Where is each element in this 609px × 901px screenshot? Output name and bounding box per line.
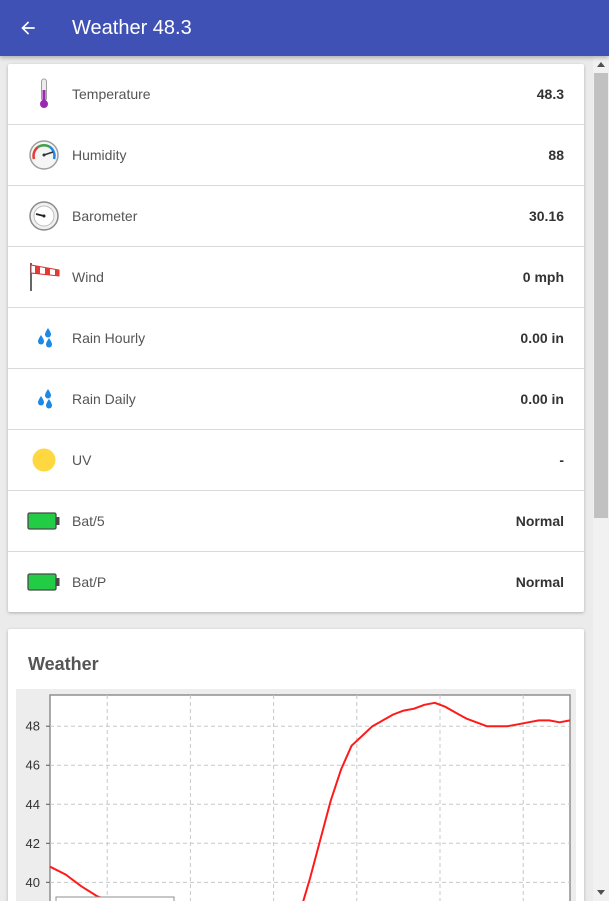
app-bar: Weather 48.3 xyxy=(0,0,609,56)
barometer-icon xyxy=(26,200,62,232)
rain-drops-icon xyxy=(26,322,62,354)
vertical-scrollbar[interactable] xyxy=(593,56,609,901)
battery-icon xyxy=(26,566,62,598)
sensor-list-card: Temperature 48.3 Humidity 88 Barometer 3… xyxy=(8,64,584,612)
item-label: Wind xyxy=(72,269,104,285)
scroll-up-arrow-icon[interactable] xyxy=(593,56,609,72)
battery-icon xyxy=(26,505,62,537)
item-value: 88 xyxy=(548,147,564,163)
item-label: Barometer xyxy=(72,208,138,224)
item-label: Rain Daily xyxy=(72,391,136,407)
arrow-back-icon xyxy=(21,21,35,35)
item-value: Normal xyxy=(515,574,564,590)
list-item-temperature[interactable]: Temperature 48.3 xyxy=(8,64,584,125)
list-item-uv[interactable]: UV - xyxy=(8,430,584,491)
list-item-wind[interactable]: Wind 0 mph xyxy=(8,247,584,308)
y-tick-label: 46 xyxy=(26,758,40,773)
item-value: 30.16 xyxy=(528,208,564,224)
y-tick-label: 40 xyxy=(26,875,40,890)
y-tick-label: 42 xyxy=(26,836,40,851)
item-value: - xyxy=(559,452,564,468)
humidity-gauge-icon xyxy=(26,139,62,171)
windsock-icon xyxy=(26,261,62,293)
item-value: 0.00 in xyxy=(520,391,564,407)
list-item-bat-5[interactable]: Bat/5 Normal xyxy=(8,491,584,552)
back-button[interactable] xyxy=(14,14,42,42)
thermometer-icon xyxy=(26,78,62,110)
chart-legend-box xyxy=(55,896,175,901)
item-label: UV xyxy=(72,452,92,468)
sun-icon xyxy=(26,444,62,476)
item-label: Temperature xyxy=(72,86,151,102)
rain-drops-icon xyxy=(26,383,62,415)
scroll-down-arrow-icon[interactable] xyxy=(593,885,609,901)
list-item-rain-daily[interactable]: Rain Daily 0.00 in xyxy=(8,369,584,430)
item-label: Rain Hourly xyxy=(72,330,146,346)
y-tick-label: 48 xyxy=(26,719,40,734)
weather-chart-card: Weather 384042444648 xyxy=(8,629,584,901)
weather-line-chart: 384042444648 xyxy=(26,694,571,901)
y-tick-label: 44 xyxy=(26,797,40,812)
content-scroll[interactable]: Temperature 48.3 Humidity 88 Barometer 3… xyxy=(0,56,593,901)
item-value: 0 mph xyxy=(522,269,564,285)
chart-container: 384042444648 xyxy=(16,689,576,901)
item-value: 48.3 xyxy=(536,86,564,102)
list-item-humidity[interactable]: Humidity 88 xyxy=(8,125,584,186)
list-item-rain-hourly[interactable]: Rain Hourly 0.00 in xyxy=(8,308,584,369)
page-title: Weather 48.3 xyxy=(72,17,192,39)
item-label: Bat/5 xyxy=(72,513,105,529)
item-label: Bat/P xyxy=(72,574,107,590)
item-value: 0.00 in xyxy=(520,330,564,346)
chart-title: Weather xyxy=(28,654,99,674)
item-value: Normal xyxy=(515,513,564,529)
scrollbar-thumb[interactable] xyxy=(594,73,608,518)
list-item-barometer[interactable]: Barometer 30.16 xyxy=(8,186,584,247)
list-item-bat-p[interactable]: Bat/P Normal xyxy=(8,552,584,612)
item-label: Humidity xyxy=(72,147,127,163)
